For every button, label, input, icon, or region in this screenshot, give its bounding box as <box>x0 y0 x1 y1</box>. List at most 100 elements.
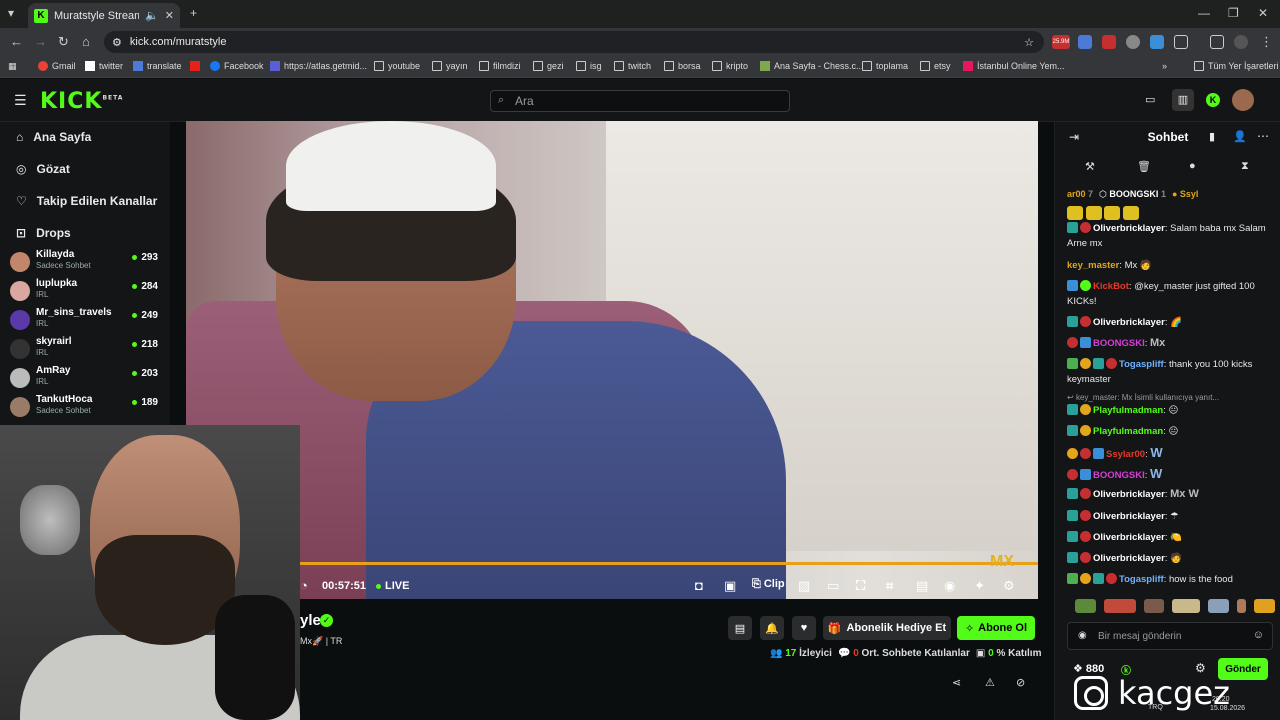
nav-browse[interactable]: ◎ Gözat <box>16 162 70 176</box>
forward-icon[interactable]: → <box>34 34 47 49</box>
bookmark-translate[interactable]: translate <box>133 61 182 71</box>
channel-item[interactable]: skyrairl IRL 218 <box>10 336 160 364</box>
playback-icon[interactable]: ◉ <box>944 578 955 594</box>
channel-item[interactable]: Killayda Sadece Sohbet 293 <box>10 249 160 277</box>
mute-icon[interactable]: 🔈 <box>145 9 159 22</box>
report-icon[interactable]: ⚠ <box>985 676 995 689</box>
chat-message-input[interactable]: ◉ Bir mesaj gönderin ☺ <box>1067 622 1273 650</box>
close-tab-icon[interactable]: ✕ <box>165 9 174 22</box>
bookmark-yemeksepeti[interactable]: İstanbul Online Yem... <box>963 61 1065 71</box>
bookmark-borsa-folder[interactable]: borsa <box>664 61 701 71</box>
clip-list-button[interactable]: ▤ <box>728 616 752 640</box>
minimize-icon[interactable]: — <box>1198 6 1210 20</box>
users-icon[interactable]: 👤 <box>1233 130 1247 143</box>
gift-sub-button[interactable]: 🎁 Abonelik Hediye Et <box>823 616 951 640</box>
theatre-mode-icon[interactable]: ▭ <box>1145 93 1155 106</box>
picture-in-picture-icon[interactable]: ▣ <box>724 578 736 594</box>
url-field[interactable]: ⚙ kick.com/muratstyle ☆ <box>104 31 1044 53</box>
bookmark-youtube-folder[interactable]: youtube <box>374 61 420 71</box>
bookmark-isg-folder[interactable]: isg <box>576 61 602 71</box>
hide-icon[interactable]: ⊘ <box>1016 676 1025 689</box>
channel-item[interactable]: TankutHoca Sadece Sohbet 189 <box>10 394 160 422</box>
emote-bar[interactable] <box>1075 599 1275 613</box>
bookmark-youtube-icon[interactable] <box>190 61 200 71</box>
share-icon[interactable]: ⋖ <box>952 676 961 689</box>
nav-following[interactable]: ♡ Takip Edilen Kanallar <box>16 194 157 208</box>
bookmark-star-icon[interactable]: ☆ <box>1024 36 1034 49</box>
fullscreen-icon[interactable]: ⛶ <box>856 578 865 594</box>
clock-time[interactable]: 20:20 <box>1212 696 1230 703</box>
site-info-icon[interactable]: ⚙ <box>112 36 122 49</box>
bookmark-twitch-folder[interactable]: twitch <box>614 61 651 71</box>
subscribe-button[interactable]: ✧ Abone Ol <box>957 616 1035 640</box>
home-icon[interactable]: ⌂ <box>82 34 90 49</box>
more-bookmarks-icon[interactable]: » <box>1162 61 1167 71</box>
volume-icon[interactable]: ◔ <box>300 578 308 593</box>
settings-icon[interactable]: ⚙ <box>1003 578 1015 594</box>
hourglass-icon[interactable]: ⧗ <box>1241 160 1249 173</box>
apps-icon[interactable]: ▦ <box>8 61 17 72</box>
profile-icon[interactable] <box>1234 35 1248 49</box>
stats-icon[interactable]: ▤ <box>916 578 928 594</box>
camera-icon[interactable]: ◘ <box>695 578 703 593</box>
extension-icon[interactable] <box>1126 35 1140 49</box>
nav-drops[interactable]: ⊡ Drops <box>16 226 71 240</box>
maximize-icon[interactable]: ❐ <box>1228 6 1239 20</box>
extensions-puzzle-icon[interactable] <box>1174 35 1188 49</box>
bookmark-chess[interactable]: Ana Sayfa - Chess.c... <box>760 61 864 71</box>
bookmark-facebook[interactable]: Facebook <box>210 61 264 71</box>
bookmark-atlas[interactable]: https://atlas.getmid... <box>270 61 367 71</box>
tab-list-icon[interactable]: ▾ <box>8 6 14 20</box>
bookmark-toplama-folder[interactable]: toplama <box>862 61 908 71</box>
image-icon[interactable]: ▨ <box>798 578 810 594</box>
clip-button[interactable]: ⎘ Clip <box>752 578 785 591</box>
browser-tab[interactable]: K Muratstyle Stream - Watch 🔈 ✕ <box>28 3 180 28</box>
back-icon[interactable]: ← <box>10 34 23 49</box>
adblock-ext-icon[interactable] <box>1102 35 1116 49</box>
seek-bar[interactable] <box>186 562 1038 565</box>
hammer-icon[interactable]: ⚒ <box>1085 160 1095 173</box>
video-player[interactable] <box>186 121 1038 599</box>
bookmark-twitter[interactable]: twitter <box>85 61 123 71</box>
sparkle-icon[interactable]: ✦ <box>974 578 985 594</box>
translate-ext-icon[interactable] <box>1078 35 1092 49</box>
all-bookmarks[interactable]: Tüm Yer İşaretleri <box>1194 61 1279 71</box>
menu-dots-icon[interactable]: ⋮ <box>1260 34 1273 50</box>
bookmark-kripto-folder[interactable]: kripto <box>712 61 748 71</box>
nav-home[interactable]: ⌂ Ana Sayfa <box>16 130 91 144</box>
chat-settings-icon[interactable]: ⚙ <box>1195 661 1206 675</box>
keyboard-language[interactable]: TRQ <box>1148 704 1163 711</box>
bookmark-yayin-folder[interactable]: yayın <box>432 61 468 71</box>
search-input[interactable]: ⌕ Ara <box>490 90 790 112</box>
bookmark-filmdizi-folder[interactable]: filmdizi <box>479 61 521 71</box>
channel-item[interactable]: AmRay IRL 203 <box>10 365 160 393</box>
kick-logo[interactable]: KICKBETA <box>40 89 123 114</box>
reload-icon[interactable]: ↻ <box>58 34 69 50</box>
notification-bell-button[interactable]: 🔔 <box>760 616 784 640</box>
hamburger-menu-icon[interactable]: ☰ <box>14 92 27 109</box>
kicks-balance[interactable]: ❖ 880 <box>1073 662 1104 675</box>
streamer-name[interactable]: yle <box>300 612 321 629</box>
crop-icon[interactable]: ⌗ <box>886 578 893 594</box>
chat-menu-icon[interactable]: ⋯ <box>1257 129 1269 143</box>
channel-item[interactable]: Mr_sins_travels IRL 249 <box>10 307 160 335</box>
bookmark-gezi-folder[interactable]: gezi <box>533 61 564 71</box>
theatre-icon[interactable]: ▭ <box>827 578 839 594</box>
extension-badge[interactable]: 25.9M <box>1052 35 1070 49</box>
emoji-icon[interactable]: ☺ <box>1253 629 1264 641</box>
audio-ext-icon[interactable] <box>1150 35 1164 49</box>
user-avatar[interactable] <box>1232 89 1254 111</box>
reading-list-icon[interactable] <box>1210 35 1224 49</box>
kick-coin-icon[interactable]: K <box>1206 93 1220 107</box>
clock-date[interactable]: 15.08.2026 <box>1210 705 1245 712</box>
chat-bubble-icon[interactable]: ● <box>1189 160 1196 172</box>
leaderboard-icon[interactable]: ▮ <box>1209 130 1215 143</box>
bookmark-etsy-folder[interactable]: etsy <box>920 61 951 71</box>
layout-icon[interactable]: ▥ <box>1172 89 1194 111</box>
close-window-icon[interactable]: ✕ <box>1258 6 1268 20</box>
follow-heart-button[interactable]: ♥ <box>792 616 816 640</box>
channel-item[interactable]: luplupka IRL 284 <box>10 278 160 306</box>
bookmark-gmail[interactable]: Gmail <box>38 61 76 71</box>
new-tab-icon[interactable]: + <box>190 6 197 20</box>
trash-icon[interactable]: 🗑 <box>1137 160 1151 173</box>
